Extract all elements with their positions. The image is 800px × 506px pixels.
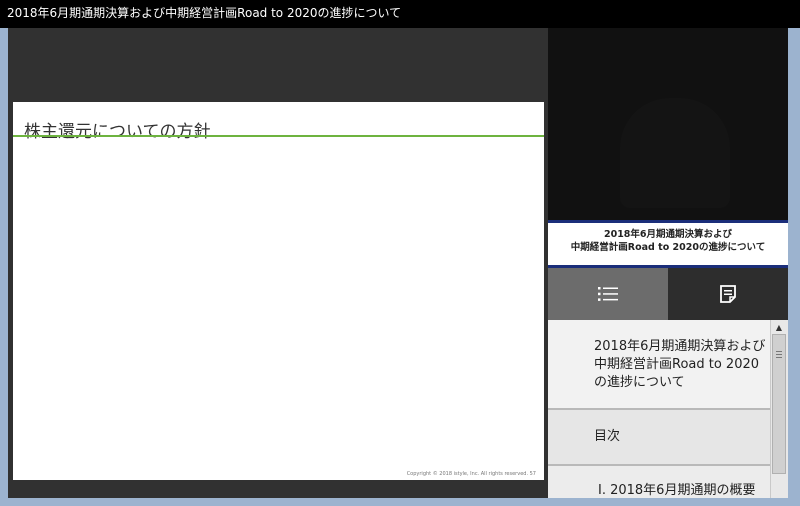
toc-item-label: Ⅰ. 2018年6月期通期の概要 bbox=[598, 483, 756, 498]
sidebar-tabs bbox=[548, 268, 788, 320]
video-player[interactable]: 2018年6月期通期決算および 中期経営計画Road to 2020の進捗につい… bbox=[548, 28, 788, 268]
scroll-up-arrow-icon[interactable]: ▲ bbox=[772, 321, 786, 334]
tab-notes[interactable] bbox=[668, 268, 788, 320]
toc-item[interactable]: 目次 bbox=[548, 410, 770, 466]
slide-panel: 株主還元についての方針 Copyright © 2018 istyle, Inc… bbox=[8, 28, 548, 498]
slide-title: 株主還元についての方針 bbox=[24, 122, 211, 142]
video-caption: 2018年6月期通期決算および 中期経営計画Road to 2020の進捗につい… bbox=[548, 220, 788, 268]
scroll-grip-icon bbox=[776, 351, 782, 352]
scroll-grip-icon bbox=[776, 354, 782, 355]
slide-page-number: 57 bbox=[529, 471, 536, 477]
speaker-silhouette bbox=[620, 98, 730, 208]
notes-icon bbox=[720, 285, 736, 303]
scroll-thumb[interactable] bbox=[772, 334, 786, 474]
scroll-grip-icon bbox=[776, 357, 782, 358]
slide-title-underline bbox=[13, 135, 544, 137]
window-title: 2018年6月期通期決算および中期経営計画Road to 2020の進捗について bbox=[0, 0, 800, 28]
toc-scrollbar[interactable]: ▲ bbox=[770, 320, 788, 498]
tab-list[interactable] bbox=[548, 268, 668, 320]
slide-footer: Copyright © 2018 istyle, Inc. All rights… bbox=[407, 471, 536, 477]
video-caption-line1: 2018年6月期通期決算および bbox=[603, 229, 733, 240]
toc-item[interactable]: Ⅰ. 2018年6月期通期の概要 bbox=[548, 466, 770, 498]
slide-copyright: Copyright © 2018 istyle, Inc. All rights… bbox=[406, 471, 529, 477]
toc-item-label: 目次 bbox=[594, 429, 621, 444]
table-of-contents: 2018年6月期通期決算および中期経営計画Road to 2020の進捗について… bbox=[548, 320, 770, 498]
sidebar: 2018年6月期通期決算および 中期経営計画Road to 2020の進捗につい… bbox=[548, 28, 788, 498]
toc-item-label: 2018年6月期通期決算および中期経営計画Road to 2020の進捗について bbox=[594, 339, 766, 390]
toc-item[interactable]: 2018年6月期通期決算および中期経営計画Road to 2020の進捗について bbox=[548, 320, 770, 410]
video-caption-line2: 中期経営計画Road to 2020の進捗について bbox=[570, 242, 766, 253]
slide: 株主還元についての方針 Copyright © 2018 istyle, Inc… bbox=[13, 102, 544, 480]
list-icon bbox=[598, 287, 618, 301]
